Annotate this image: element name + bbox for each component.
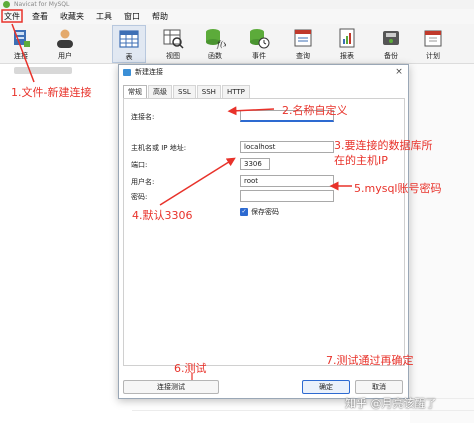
user-icon bbox=[57, 29, 73, 48]
toolbar-label: 报表 bbox=[340, 52, 354, 60]
tab-ssh[interactable]: SSH bbox=[196, 85, 221, 98]
tab-ssl[interactable]: SSL bbox=[173, 85, 196, 98]
table-icon bbox=[119, 30, 139, 48]
annotation-step-1: 1.文件-新建连接 bbox=[11, 86, 92, 99]
navigation-pane[interactable] bbox=[0, 64, 120, 423]
object-pane bbox=[410, 64, 474, 423]
checkbox-checked-icon[interactable]: ✓ bbox=[240, 208, 248, 216]
window-titlebar: Navicat for MySQL bbox=[0, 0, 474, 9]
toolbar-backup-button[interactable]: 备份 bbox=[374, 25, 408, 63]
menu-window[interactable]: 窗口 bbox=[118, 11, 146, 22]
report-icon bbox=[339, 28, 355, 48]
connection-name-label: 连接名: bbox=[131, 113, 155, 121]
connection-icon bbox=[14, 30, 30, 47]
cancel-button[interactable]: 取消 bbox=[355, 380, 403, 394]
save-password-row[interactable]: ✓ 保存密码 bbox=[240, 207, 279, 217]
zhihu-watermark: 知乎 @月亮该醒了 bbox=[345, 397, 437, 410]
view-icon bbox=[163, 29, 184, 49]
menu-favorites[interactable]: 收藏夹 bbox=[54, 11, 90, 22]
menu-tools[interactable]: 工具 bbox=[90, 11, 118, 22]
host-label: 主机名或 IP 地址: bbox=[131, 144, 187, 152]
toolbar-report-button[interactable]: 报表 bbox=[330, 25, 364, 63]
tab-http[interactable]: HTTP bbox=[221, 85, 250, 98]
menu-file[interactable]: 文件 bbox=[0, 11, 26, 22]
navicat-app-icon bbox=[3, 1, 10, 8]
toolbar-label: 用户 bbox=[58, 52, 72, 60]
password-input[interactable] bbox=[240, 190, 334, 202]
port-input[interactable] bbox=[240, 158, 270, 170]
window-title: Navicat for MySQL bbox=[14, 1, 70, 8]
username-label: 用户名: bbox=[131, 178, 155, 186]
dialog-title: 新建连接 bbox=[135, 68, 163, 76]
username-input[interactable] bbox=[240, 175, 334, 187]
function-icon: f(x) bbox=[206, 29, 226, 49]
dialog-tabs: 常规 高级 SSL SSH HTTP bbox=[123, 85, 251, 98]
test-connection-button[interactable]: 连接测试 bbox=[123, 380, 219, 394]
save-password-label: 保存密码 bbox=[251, 208, 279, 216]
new-connection-dialog: 新建连接 × 常规 高级 SSL SSH HTTP 连接名: 主机名或 IP 地… bbox=[118, 64, 409, 399]
toolbar-schedule-button[interactable]: 计划 bbox=[416, 25, 450, 63]
dialog-titlebar: 新建连接 × bbox=[119, 65, 408, 80]
ok-button[interactable]: 确定 bbox=[302, 380, 350, 394]
toolbar-user-button[interactable]: 用户 bbox=[48, 25, 82, 63]
toolbar-label: 备份 bbox=[384, 52, 398, 60]
toolbar-table-button[interactable]: 表 bbox=[112, 25, 146, 63]
toolbar-label: 表 bbox=[125, 53, 133, 61]
event-icon bbox=[250, 29, 270, 49]
annotation-step-6: 6.测试 bbox=[174, 362, 207, 375]
host-input[interactable] bbox=[240, 141, 334, 153]
toolbar-label: 视图 bbox=[166, 52, 180, 60]
annotation-step-3-line1: 3.要连接的数据库所 bbox=[334, 139, 433, 152]
tab-general[interactable]: 常规 bbox=[123, 85, 147, 98]
menu-view[interactable]: 查看 bbox=[26, 11, 54, 22]
query-icon bbox=[294, 29, 312, 47]
toolbar-connection-button[interactable]: 连接 bbox=[4, 25, 38, 63]
backup-icon bbox=[383, 31, 399, 45]
toolbar-label: 查询 bbox=[296, 52, 310, 60]
annotation-step-5: 5.mysql账号密码 bbox=[354, 182, 442, 195]
toolbar-event-button[interactable]: 事件 bbox=[242, 25, 276, 63]
toolbar-label: 事件 bbox=[252, 52, 266, 60]
port-label: 端口: bbox=[131, 161, 148, 169]
blurred-connection-item[interactable] bbox=[14, 67, 72, 74]
menu-bar: 文件 查看 收藏夹 工具 窗口 帮助 bbox=[0, 9, 474, 24]
toolbar-label: 连接 bbox=[14, 52, 28, 60]
toolbar-query-button[interactable]: 查询 bbox=[286, 25, 320, 63]
close-icon[interactable]: × bbox=[393, 66, 405, 78]
toolbar-function-button[interactable]: f(x) 函数 bbox=[198, 25, 232, 63]
dialog-connection-icon bbox=[123, 69, 131, 76]
annotation-step-2: 2.名称自定义 bbox=[282, 104, 348, 117]
annotation-step-7: 7.测试通过再确定 bbox=[326, 354, 414, 367]
password-label: 密码: bbox=[131, 193, 148, 201]
schedule-icon bbox=[424, 30, 442, 47]
tab-advanced[interactable]: 高级 bbox=[148, 85, 172, 98]
toolbar-label: 计划 bbox=[426, 52, 440, 60]
toolbar-view-button[interactable]: 视图 bbox=[156, 25, 190, 63]
annotation-step-4: 4.默认3306 bbox=[132, 209, 193, 222]
svg-text:f(x): f(x) bbox=[216, 40, 226, 49]
toolbar-label: 函数 bbox=[208, 52, 222, 60]
main-toolbar: 连接 用户 表 视图 f(x) 函数 bbox=[0, 24, 474, 64]
menu-help[interactable]: 帮助 bbox=[146, 11, 174, 22]
annotation-step-3-line2: 在的主机IP bbox=[334, 154, 388, 167]
